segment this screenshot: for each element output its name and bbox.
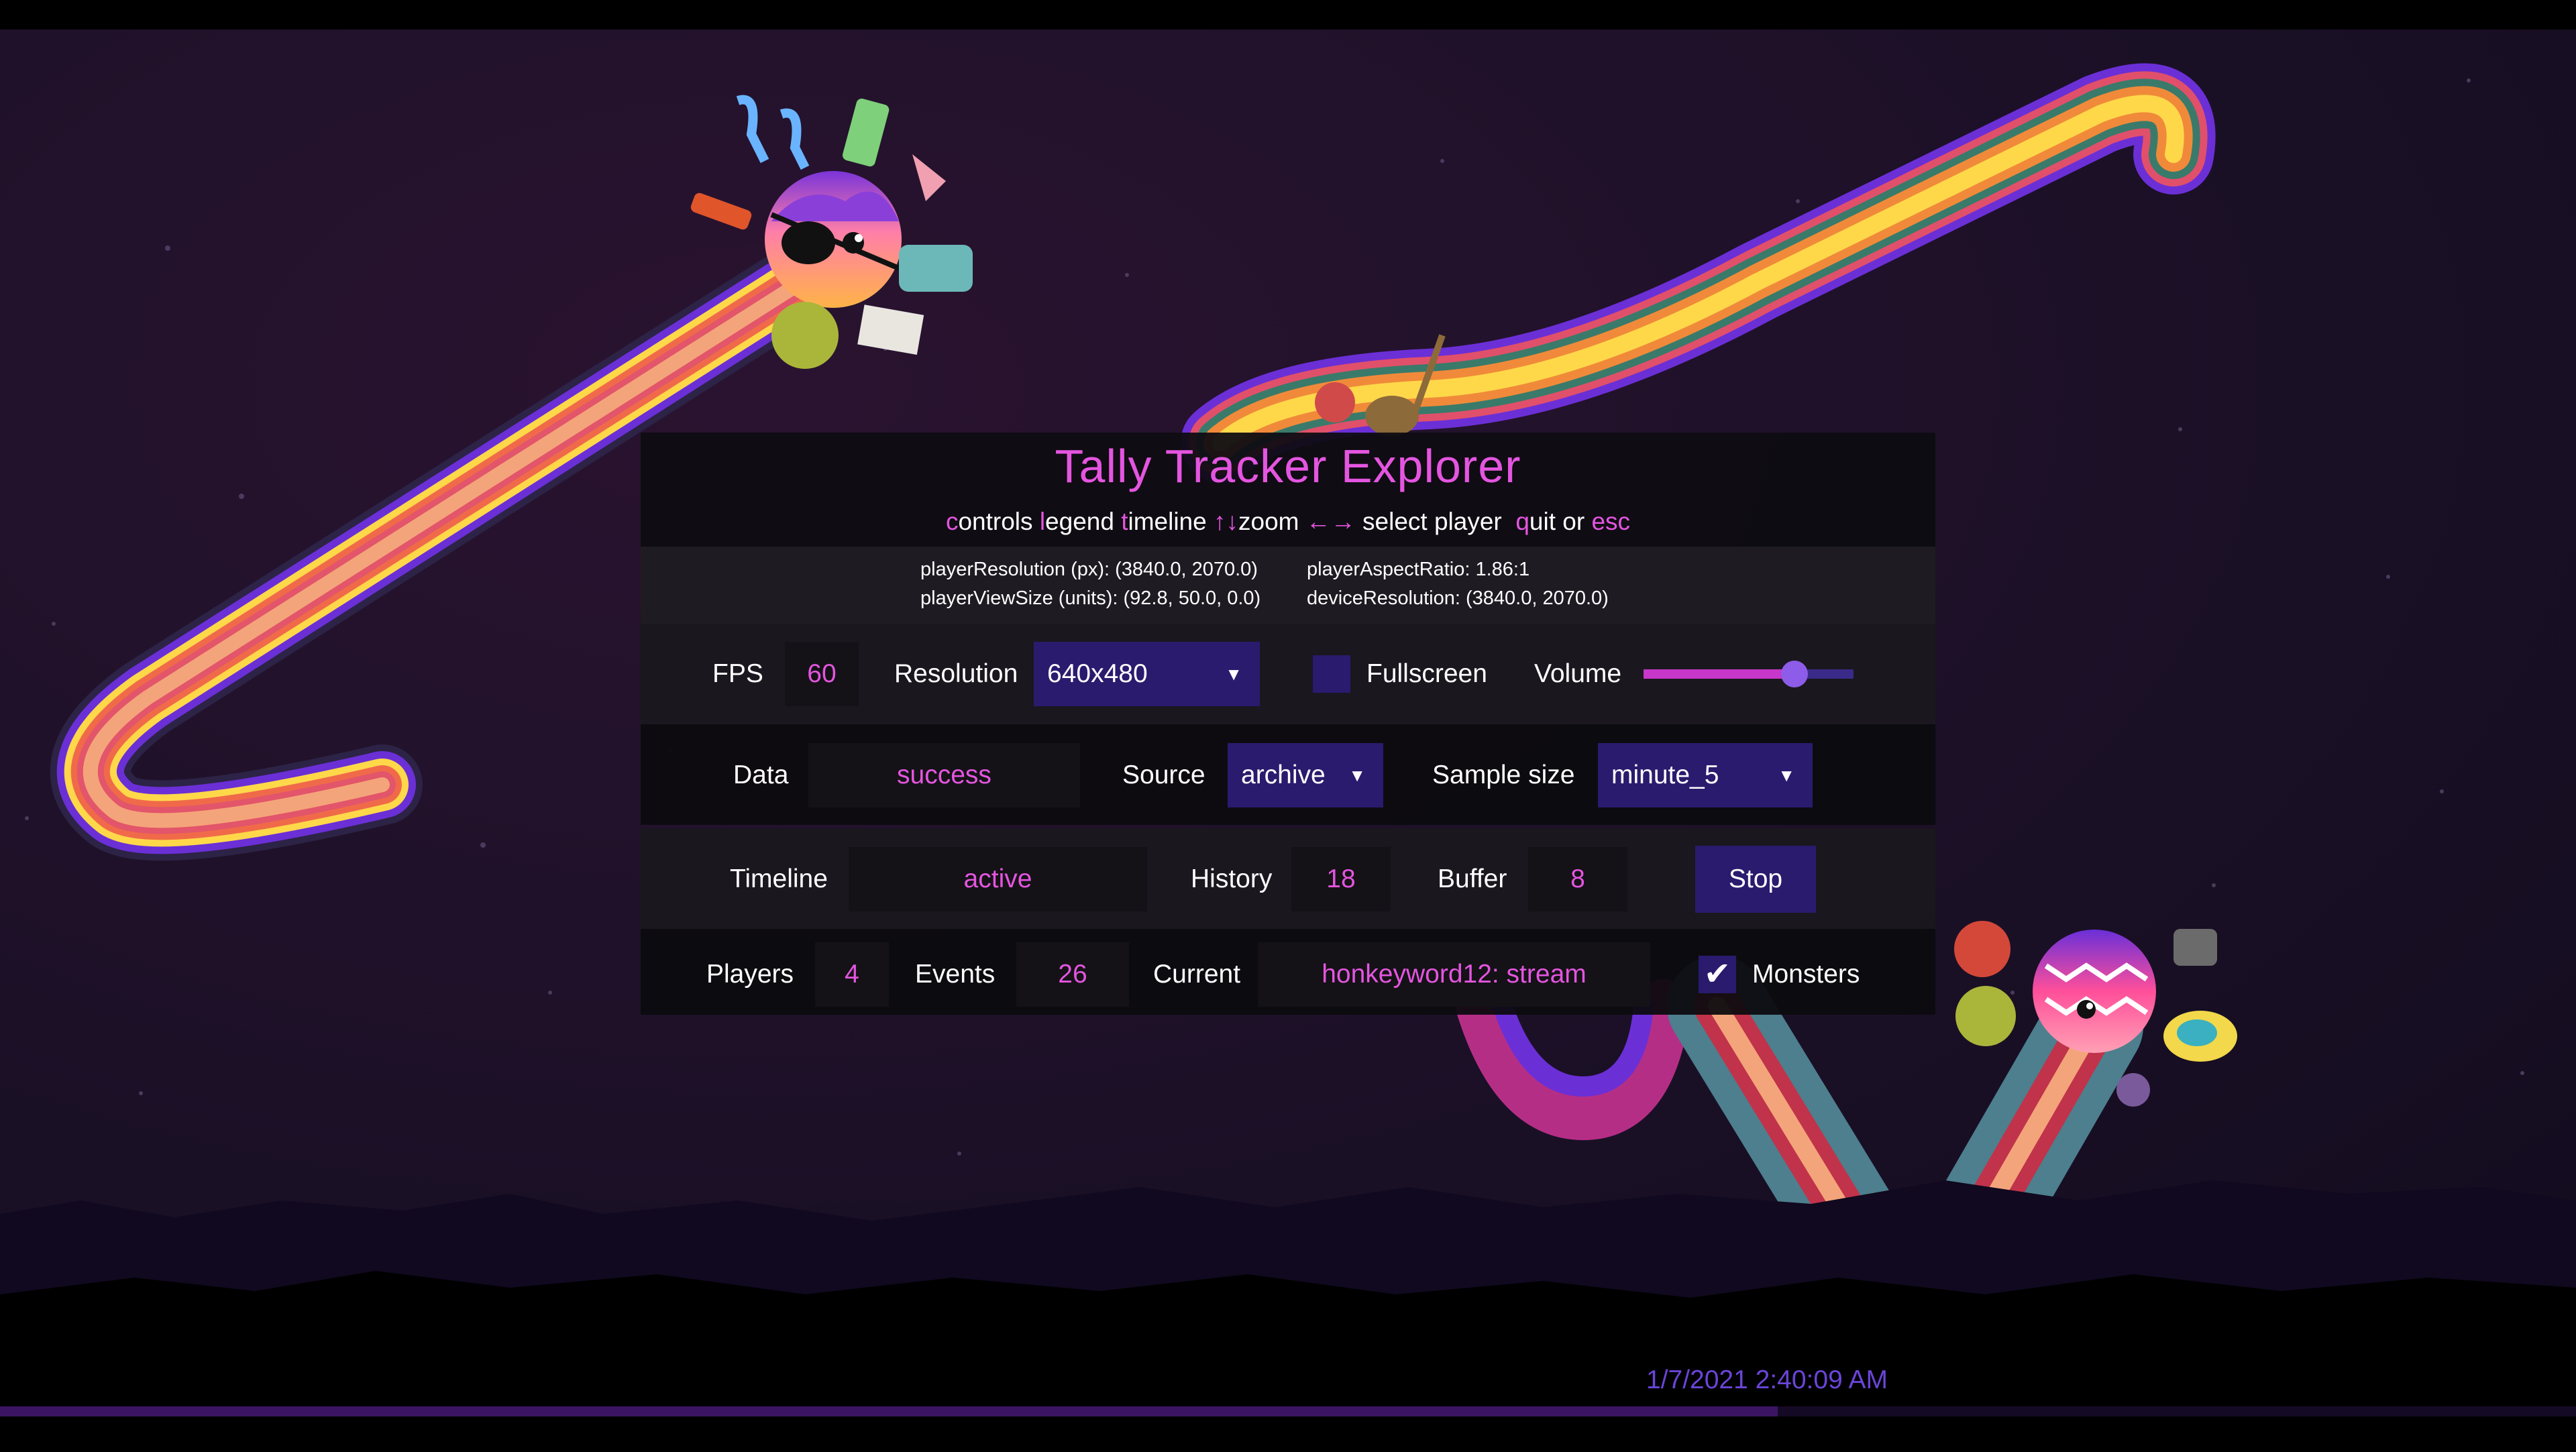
players-label: Players bbox=[706, 960, 794, 989]
stop-button[interactable]: Stop bbox=[1695, 846, 1816, 913]
dropdown-caret-icon: ▼ bbox=[1348, 765, 1366, 785]
player-avatar-zigzag[interactable] bbox=[2033, 930, 2156, 1053]
player-aspect-ratio-text: playerAspectRatio: 1.86:1 bbox=[1307, 559, 1530, 580]
settings-row-data: Data success Source archive ▼ Sample siz… bbox=[641, 724, 1935, 825]
shortcut-select-key[interactable]: ←→ bbox=[1306, 508, 1356, 535]
shortcut-zoom-key[interactable]: ↑↓ bbox=[1214, 508, 1238, 535]
buffer-field[interactable]: 8 bbox=[1528, 847, 1627, 911]
shortcut-zoom-label: zoom bbox=[1238, 508, 1299, 535]
source-select[interactable]: archive ▼ bbox=[1228, 743, 1383, 807]
settings-row-display: FPS 60 Resolution 640x480 ▼ Fullscreen V… bbox=[641, 624, 1935, 724]
dropdown-caret-icon: ▼ bbox=[1225, 664, 1242, 684]
shortcut-timeline-label: imeline bbox=[1128, 508, 1207, 535]
data-label: Data bbox=[733, 761, 789, 789]
resolution-label: Resolution bbox=[894, 659, 1018, 688]
settings-row-players: Players 4 Events 26 Current honkeyword12… bbox=[641, 929, 1935, 1015]
source-value: archive bbox=[1241, 761, 1326, 789]
current-label: Current bbox=[1153, 960, 1241, 989]
resolution-value: 640x480 bbox=[1047, 659, 1148, 688]
shortcut-controls-label: ontrols bbox=[958, 508, 1033, 535]
current-player-field[interactable]: honkeyword12: stream bbox=[1258, 942, 1650, 1007]
players-field[interactable]: 4 bbox=[815, 942, 889, 1007]
dropdown-caret-icon: ▼ bbox=[1778, 765, 1795, 785]
resolution-select[interactable]: 640x480 ▼ bbox=[1034, 642, 1260, 706]
shortcut-quit-key[interactable]: q bbox=[1515, 508, 1529, 535]
settings-row-timeline: Timeline active History 18 Buffer 8 Stop bbox=[641, 828, 1935, 929]
shortcut-select-label: select player bbox=[1362, 508, 1502, 535]
device-resolution-text: deviceResolution: (3840.0, 2070.0) bbox=[1307, 588, 1609, 609]
resolution-info bbox=[641, 547, 1935, 624]
player-avatar-pirate[interactable] bbox=[765, 171, 902, 308]
player-view-size-text: playerViewSize (units): (92.8, 50.0, 0.0… bbox=[920, 588, 1261, 609]
panel-header: Tally Tracker Explorer controls legend t… bbox=[641, 433, 1935, 547]
info-right-column: playerAspectRatio: 1.86:1 deviceResoluti… bbox=[1307, 555, 1609, 613]
history-field[interactable]: 18 bbox=[1291, 847, 1391, 911]
fps-field[interactable]: 60 bbox=[785, 642, 859, 706]
timeline-label: Timeline bbox=[730, 864, 828, 893]
keyboard-shortcuts: controls legend timeline ↑↓zoom ←→ selec… bbox=[641, 508, 1935, 536]
shortcut-legend-key[interactable]: l bbox=[1040, 508, 1045, 535]
player-resolution-text: playerResolution (px): (3840.0, 2070.0) bbox=[920, 559, 1258, 580]
fps-label: FPS bbox=[712, 659, 763, 688]
shortcut-legend-label: egend bbox=[1045, 508, 1114, 535]
info-left-column: playerResolution (px): (3840.0, 2070.0) … bbox=[920, 555, 1260, 613]
shortcut-timeline-key[interactable]: t bbox=[1121, 508, 1128, 535]
source-label: Source bbox=[1122, 761, 1205, 789]
controls-panel: Tally Tracker Explorer controls legend t… bbox=[641, 433, 1935, 1015]
monsters-checkbox[interactable]: ✔ bbox=[1699, 956, 1736, 993]
top-letterbox bbox=[0, 0, 2576, 30]
events-field[interactable]: 26 bbox=[1016, 942, 1129, 1007]
sample-size-value: minute_5 bbox=[1611, 761, 1719, 789]
monsters-label: Monsters bbox=[1752, 960, 1860, 989]
shortcut-esc-key[interactable]: esc bbox=[1591, 508, 1630, 535]
timeline-progress-bar[interactable] bbox=[0, 1406, 2576, 1416]
shortcut-quit-label: uit or bbox=[1529, 508, 1585, 535]
history-label: History bbox=[1191, 864, 1273, 893]
checkmark-icon: ✔ bbox=[1703, 956, 1731, 992]
app-title: Tally Tracker Explorer bbox=[1055, 440, 1521, 492]
data-status-field[interactable]: success bbox=[808, 743, 1080, 807]
slider-thumb-icon[interactable] bbox=[1781, 661, 1809, 687]
fullscreen-label: Fullscreen bbox=[1366, 659, 1487, 688]
volume-label: Volume bbox=[1534, 659, 1622, 688]
ground bbox=[0, 1271, 2576, 1449]
timeline-timestamp: 1/7/2021 2:40:09 AM bbox=[1646, 1365, 1888, 1394]
timeline-progress-fill bbox=[0, 1406, 1778, 1416]
fullscreen-checkbox[interactable] bbox=[1313, 655, 1350, 693]
sample-size-select[interactable]: minute_5 ▼ bbox=[1598, 743, 1813, 807]
timeline-status-field[interactable]: active bbox=[849, 847, 1147, 911]
buffer-label: Buffer bbox=[1438, 864, 1507, 893]
shortcut-controls-key[interactable]: c bbox=[946, 508, 959, 535]
events-label: Events bbox=[915, 960, 996, 989]
volume-slider-fill bbox=[1644, 669, 1795, 679]
volume-slider[interactable] bbox=[1644, 661, 1854, 687]
sample-size-label: Sample size bbox=[1432, 761, 1575, 789]
